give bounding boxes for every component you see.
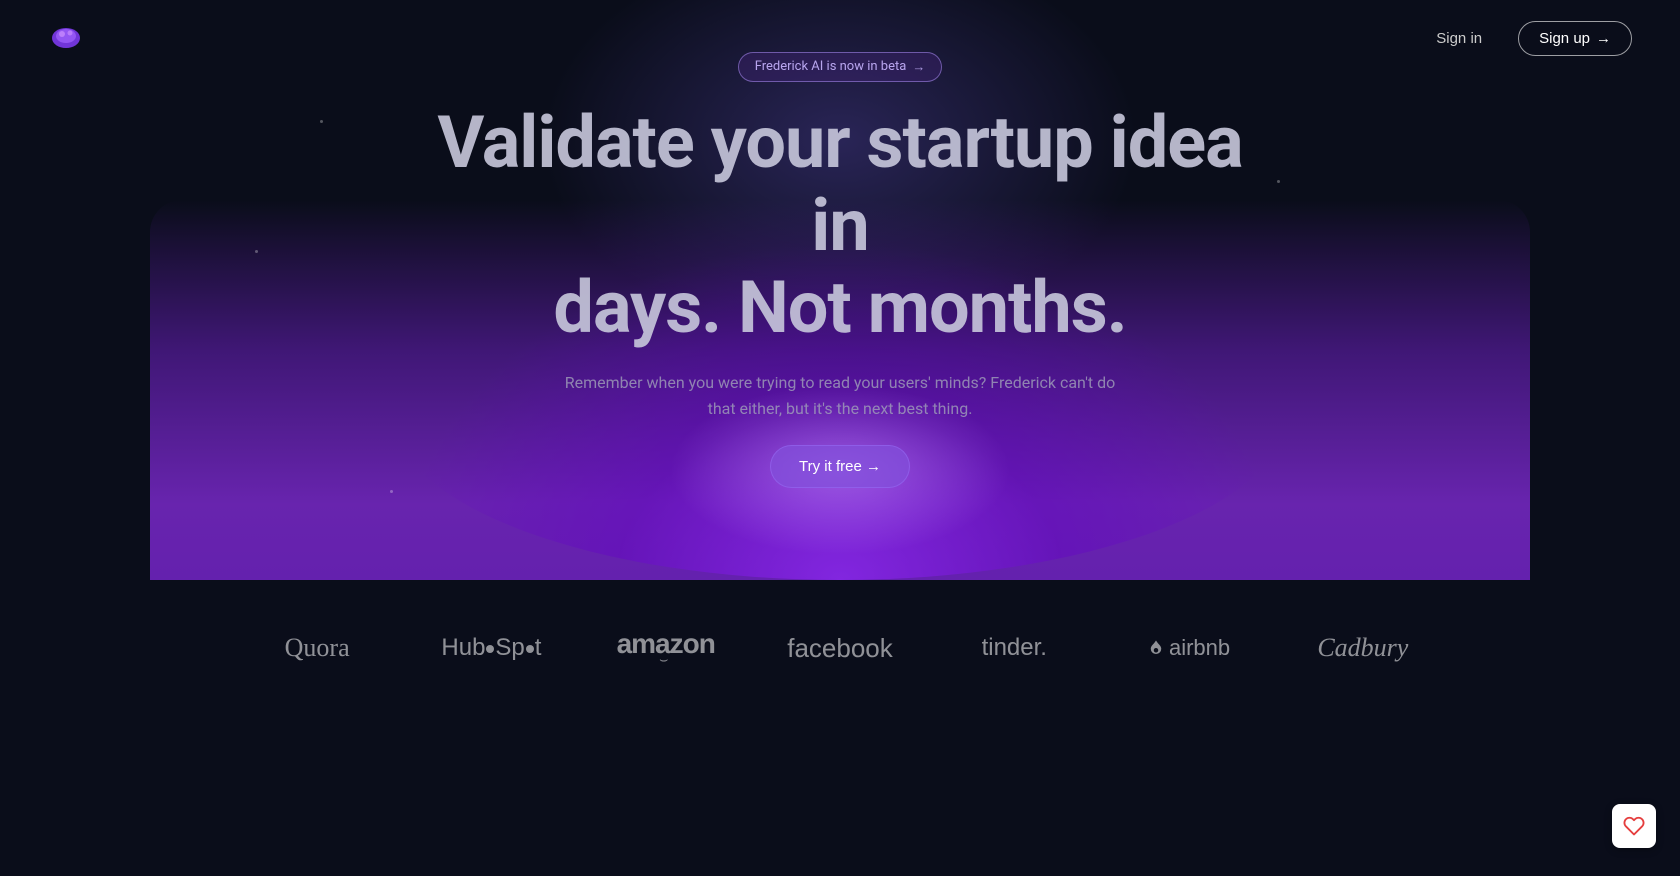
hero-subtitle: Remember when you were trying to read yo… bbox=[560, 370, 1120, 421]
hubspot-dot-2 bbox=[526, 645, 534, 653]
star-dot bbox=[255, 250, 258, 253]
logo-area bbox=[48, 20, 84, 56]
heart-icon bbox=[1623, 815, 1645, 837]
navigation: Sign in Sign up → bbox=[0, 0, 1680, 76]
star-dot bbox=[1277, 180, 1280, 183]
star-dot bbox=[320, 120, 323, 123]
logo-cadbury: Cadbury bbox=[1286, 633, 1440, 663]
hubspot-dot bbox=[486, 645, 494, 653]
hero-title: Validate your startup idea in days. Not … bbox=[410, 102, 1270, 350]
logo-quora: Quora bbox=[240, 633, 394, 663]
hero-section: Frederick AI is now in beta → Validate y… bbox=[0, 0, 1680, 580]
logos-track: Quora HubSpt amazon ⌣ facebook tinder. a… bbox=[240, 628, 1440, 668]
logo-tinder: tinder. bbox=[937, 634, 1091, 662]
sign-in-button[interactable]: Sign in bbox=[1424, 22, 1494, 55]
cta-button[interactable]: Try it free → bbox=[770, 445, 910, 488]
logo-facebook: facebook bbox=[763, 633, 917, 664]
heart-button[interactable] bbox=[1612, 804, 1656, 848]
logo-airbnb: airbnb bbox=[1111, 635, 1265, 661]
nav-right: Sign in Sign up → bbox=[1424, 21, 1632, 56]
sign-up-button[interactable]: Sign up → bbox=[1518, 21, 1632, 56]
star-dot bbox=[390, 490, 393, 493]
airbnb-icon bbox=[1147, 639, 1165, 657]
brand-logo-icon bbox=[48, 20, 84, 56]
logo-amazon: amazon ⌣ bbox=[589, 628, 743, 668]
logo-hubspot: HubSpt bbox=[414, 634, 568, 662]
logos-section: Quora HubSpt amazon ⌣ facebook tinder. a… bbox=[0, 580, 1680, 716]
hero-content: Frederick AI is now in beta → Validate y… bbox=[410, 52, 1270, 489]
